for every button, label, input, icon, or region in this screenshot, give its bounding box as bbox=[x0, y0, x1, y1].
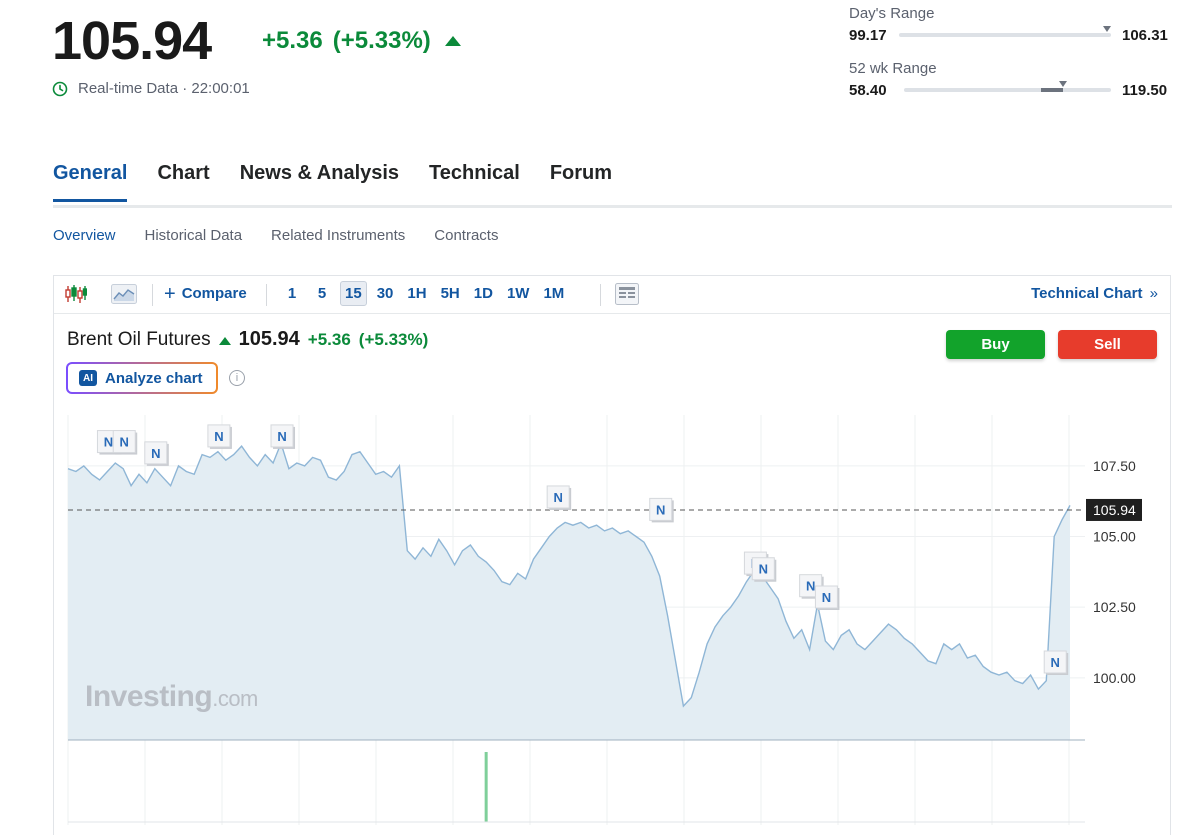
last-price-tag-label: 105.94 bbox=[1093, 502, 1136, 518]
news-marker-label: N bbox=[822, 590, 831, 605]
news-marker: N bbox=[1043, 650, 1069, 675]
news-marker: N bbox=[112, 430, 138, 455]
last-price-tag: 105.94 bbox=[1086, 498, 1142, 521]
news-marker-label: N bbox=[151, 446, 160, 461]
y-tick-label: 100.00 bbox=[1093, 670, 1136, 686]
news-marker: N bbox=[270, 424, 296, 449]
news-marker-label: N bbox=[277, 429, 286, 444]
y-tick-label: 105.00 bbox=[1093, 529, 1136, 545]
volume-bar bbox=[484, 752, 488, 822]
news-marker: N bbox=[649, 497, 674, 523]
watermark-suffix: .com bbox=[212, 686, 258, 711]
news-marker: N bbox=[751, 557, 777, 582]
y-tick-label: 102.50 bbox=[1093, 599, 1136, 615]
news-marker-label: N bbox=[214, 429, 223, 444]
news-marker-label: N bbox=[759, 562, 768, 577]
news-marker: N bbox=[144, 441, 169, 466]
news-marker-label: N bbox=[120, 435, 129, 450]
news-marker-label: N bbox=[806, 579, 815, 594]
y-tick-label: 107.50 bbox=[1093, 458, 1136, 474]
news-marker-label: N bbox=[104, 435, 113, 450]
news-marker-label: N bbox=[1051, 655, 1060, 670]
news-marker-label: N bbox=[656, 502, 665, 517]
investing-watermark: Investing.com bbox=[85, 680, 258, 714]
watermark-brand: Investing bbox=[85, 680, 213, 713]
y-axis: 107.50 105.00 102.50 100.00 105.94 bbox=[1086, 458, 1142, 686]
news-marker: N bbox=[814, 585, 840, 610]
news-marker: N bbox=[207, 424, 232, 449]
news-marker: N bbox=[546, 485, 572, 510]
news-marker-label: N bbox=[553, 490, 562, 505]
volume-pane bbox=[68, 752, 1085, 823]
